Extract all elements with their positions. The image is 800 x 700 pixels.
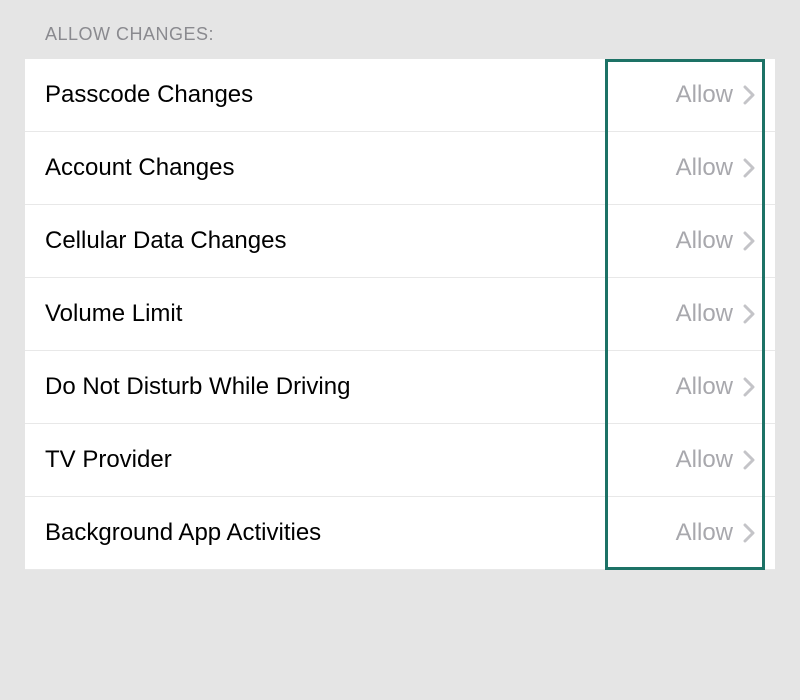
row-right: Allow xyxy=(676,300,755,328)
row-value: Allow xyxy=(676,227,733,255)
chevron-right-icon xyxy=(743,231,755,251)
settings-row-cellular-data-changes[interactable]: Cellular Data Changes Allow xyxy=(25,205,775,278)
row-label: Cellular Data Changes xyxy=(45,227,286,255)
row-value: Allow xyxy=(676,154,733,182)
row-right: Allow xyxy=(676,154,755,182)
settings-container: Allow Changes: Passcode Changes Allow Ac… xyxy=(0,0,800,700)
settings-list: Passcode Changes Allow Account Changes A… xyxy=(25,59,775,570)
row-label: Do Not Disturb While Driving xyxy=(45,373,350,401)
chevron-right-icon xyxy=(743,158,755,178)
chevron-right-icon xyxy=(743,85,755,105)
row-value: Allow xyxy=(676,519,733,547)
chevron-right-icon xyxy=(743,377,755,397)
chevron-right-icon xyxy=(743,450,755,470)
row-right: Allow xyxy=(676,373,755,401)
settings-row-passcode-changes[interactable]: Passcode Changes Allow xyxy=(25,59,775,132)
section-header: Allow Changes: xyxy=(25,0,775,59)
settings-row-do-not-disturb-driving[interactable]: Do Not Disturb While Driving Allow xyxy=(25,351,775,424)
settings-row-account-changes[interactable]: Account Changes Allow xyxy=(25,132,775,205)
row-label: Background App Activities xyxy=(45,519,321,547)
row-label: Account Changes xyxy=(45,154,234,182)
row-value: Allow xyxy=(676,373,733,401)
row-label: Passcode Changes xyxy=(45,81,253,109)
row-right: Allow xyxy=(676,446,755,474)
row-value: Allow xyxy=(676,446,733,474)
settings-row-tv-provider[interactable]: TV Provider Allow xyxy=(25,424,775,497)
row-right: Allow xyxy=(676,81,755,109)
row-value: Allow xyxy=(676,300,733,328)
row-label: Volume Limit xyxy=(45,300,182,328)
row-value: Allow xyxy=(676,81,733,109)
settings-row-volume-limit[interactable]: Volume Limit Allow xyxy=(25,278,775,351)
chevron-right-icon xyxy=(743,523,755,543)
row-label: TV Provider xyxy=(45,446,172,474)
settings-row-background-app-activities[interactable]: Background App Activities Allow xyxy=(25,497,775,570)
row-right: Allow xyxy=(676,227,755,255)
chevron-right-icon xyxy=(743,304,755,324)
row-right: Allow xyxy=(676,519,755,547)
